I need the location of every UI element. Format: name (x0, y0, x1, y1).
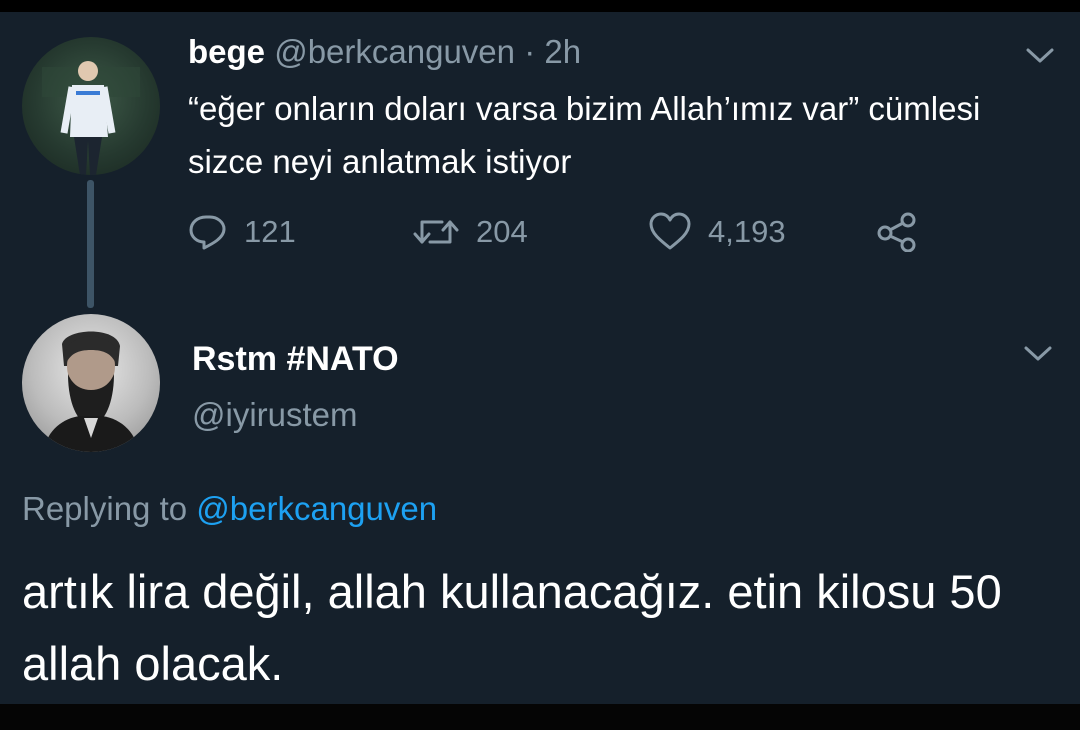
user-handle[interactable]: @iyirustem (192, 394, 358, 436)
bottom-bar (0, 704, 1080, 730)
reply-button[interactable]: 121 (188, 208, 296, 256)
replying-to-line: Replying to @berkcanguven (22, 488, 437, 530)
user-handle[interactable]: @berkcanguven (274, 33, 515, 70)
retweet-button[interactable]: 204 (412, 208, 528, 256)
timestamp[interactable]: 2h (544, 33, 581, 70)
tweet-text: artık lira değil, allah kullanacağız. et… (22, 565, 1002, 690)
retweet-count: 204 (476, 214, 528, 249)
replying-prefix: Replying to (22, 490, 188, 527)
avatar-person-icon (42, 61, 140, 175)
heart-icon (649, 212, 691, 250)
avatar-portrait-icon (44, 331, 138, 452)
speech-bubble-icon (189, 215, 226, 250)
retweet-icon (413, 220, 459, 244)
reply-count: 121 (244, 214, 296, 249)
display-name[interactable]: bege (188, 33, 265, 70)
replying-to-handle-link[interactable]: @berkcanguven (196, 490, 437, 527)
chevron-down-icon[interactable] (1022, 342, 1054, 364)
tweet-text: “eğer onların doları varsa bizim Allah’ı… (188, 90, 981, 180)
avatar[interactable] (22, 37, 160, 175)
separator-dot: · (524, 33, 536, 70)
share-button[interactable] (876, 208, 918, 256)
display-name[interactable]: Rstm #NATO (192, 338, 399, 380)
like-button[interactable]: 4,193 (648, 208, 786, 256)
tweet-header: bege @berkcanguven · 2h (188, 32, 581, 72)
avatar[interactable] (22, 314, 160, 452)
share-icon (877, 212, 916, 252)
chevron-down-icon[interactable] (1024, 44, 1056, 66)
thread-connector (87, 180, 94, 308)
tweet-thread: bege @berkcanguven · 2h “eğer onların do… (0, 12, 1080, 704)
like-count: 4,193 (708, 214, 786, 249)
